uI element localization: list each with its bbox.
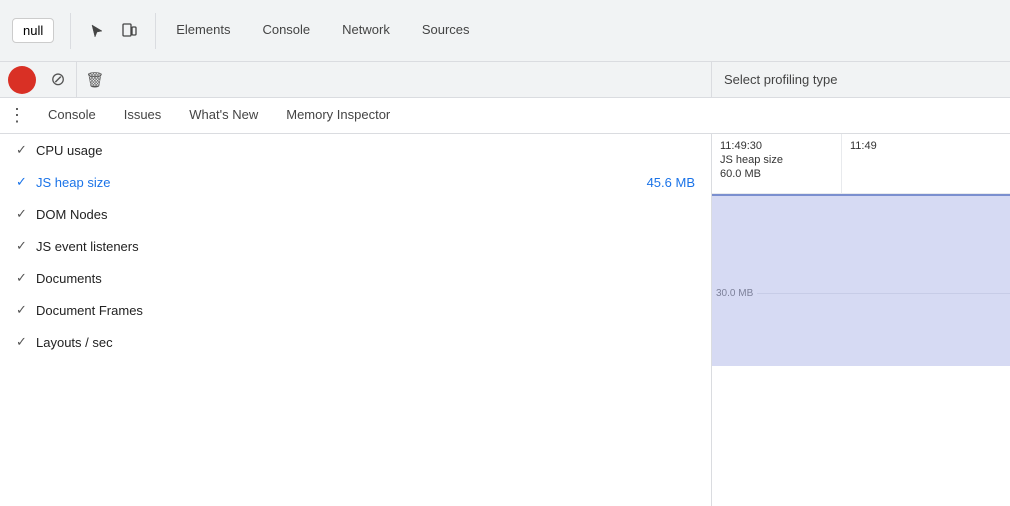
chart-selection-bar[interactable] xyxy=(712,194,1010,366)
checkmark-js-heap-size: ✓ xyxy=(16,174,36,190)
menu-label-document-frames: Document Frames xyxy=(36,303,695,318)
chart-canvas: 30.0 MB xyxy=(712,194,1010,506)
menu-label-documents: Documents xyxy=(36,271,695,286)
menu-item-js-event-listeners[interactable]: ✓ JS event listeners xyxy=(0,230,711,262)
chart-timestamp-2: 11:49 xyxy=(850,140,877,152)
toolbar2-left: ⊘ 🗑 xyxy=(0,62,712,97)
toolbar-divider xyxy=(70,13,71,49)
menu-item-js-heap-size[interactable]: ✓ JS heap size 45.6 MB xyxy=(0,166,711,198)
left-panel: ✓ CPU usage ✓ JS heap size 45.6 MB ✓ DOM… xyxy=(0,134,712,506)
checkmark-document-frames: ✓ xyxy=(16,302,36,318)
main-tab-bar: Elements Console Network Sources xyxy=(160,0,1010,61)
menu-item-dom-nodes[interactable]: ✓ DOM Nodes xyxy=(0,198,711,230)
trash-button[interactable]: 🗑 xyxy=(81,66,109,94)
checkmark-dom-nodes: ✓ xyxy=(16,206,36,222)
secondary-tab-bar: ⋮ Console Issues What's New Memory Inspe… xyxy=(0,98,1010,134)
tab-elements[interactable]: Elements xyxy=(160,0,246,61)
toolbar-icon-group xyxy=(75,17,151,45)
toolbar2-divider xyxy=(76,62,77,98)
device-toggle-icon[interactable] xyxy=(115,17,143,45)
menu-label-js-heap-size: JS heap size xyxy=(36,175,639,190)
checkmark-layouts-per-sec: ✓ xyxy=(16,334,36,350)
checkmark-cpu-usage: ✓ xyxy=(16,142,36,158)
chart-timestamp-1: 11:49:30 xyxy=(720,140,833,152)
menu-item-documents[interactable]: ✓ Documents xyxy=(0,262,711,294)
menu-label-cpu-usage: CPU usage xyxy=(36,143,695,158)
tab-console[interactable]: Console xyxy=(246,0,326,61)
menu-item-cpu-usage[interactable]: ✓ CPU usage xyxy=(0,134,711,166)
tab-issues[interactable]: Issues xyxy=(110,98,176,133)
select-profiling-label: Select profiling type xyxy=(724,72,837,87)
toolbar2-wrapper: ⊘ 🗑 Select profiling type xyxy=(0,62,1010,98)
toolbar2-right: Select profiling type xyxy=(712,62,1010,97)
more-tabs-button[interactable]: ⋮ xyxy=(0,105,34,126)
record-button[interactable] xyxy=(8,66,36,94)
menu-label-layouts-per-sec: Layouts / sec xyxy=(36,335,695,350)
toolbar-divider-2 xyxy=(155,13,156,49)
tab-network[interactable]: Network xyxy=(326,0,406,61)
chart-mb-60: 60.0 MB xyxy=(720,168,833,180)
tab-memory-inspector[interactable]: Memory Inspector xyxy=(272,98,404,133)
menu-label-js-event-listeners: JS event listeners xyxy=(36,239,695,254)
checkmark-documents: ✓ xyxy=(16,270,36,286)
right-panel: 11:49:30 JS heap size 60.0 MB 11:49 30.0… xyxy=(712,134,1010,506)
menu-item-layouts-per-sec[interactable]: ✓ Layouts / sec xyxy=(0,326,711,358)
tab-whats-new[interactable]: What's New xyxy=(175,98,272,133)
tab-sources[interactable]: Sources xyxy=(406,0,486,61)
checkmark-js-event-listeners: ✓ xyxy=(16,238,36,254)
content-area: ✓ CPU usage ✓ JS heap size 45.6 MB ✓ DOM… xyxy=(0,134,1010,506)
cursor-icon[interactable] xyxy=(83,17,111,45)
menu-item-document-frames[interactable]: ✓ Document Frames xyxy=(0,294,711,326)
tab-console-secondary[interactable]: Console xyxy=(34,98,110,133)
main-toolbar: null Elements Console Network Sources xyxy=(0,0,1010,62)
menu-label-dom-nodes: DOM Nodes xyxy=(36,207,695,222)
null-button[interactable]: null xyxy=(12,18,54,43)
stop-button[interactable]: ⊘ xyxy=(44,66,72,94)
menu-value-js-heap-size: 45.6 MB xyxy=(647,175,695,190)
chart-js-heap-label: JS heap size xyxy=(720,154,833,166)
